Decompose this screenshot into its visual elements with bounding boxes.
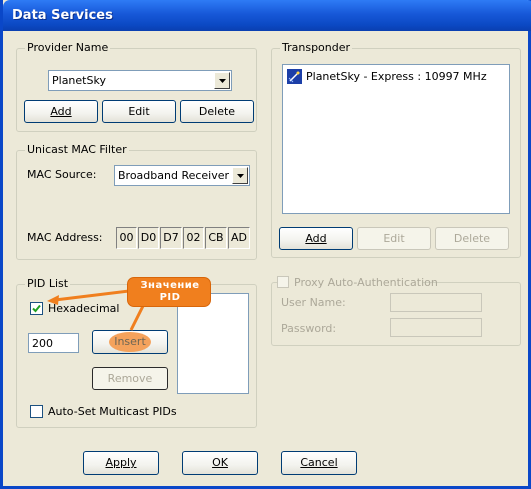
- chevron-down-icon[interactable]: [214, 72, 230, 89]
- mac-octet: AD: [228, 227, 250, 249]
- mac-octet: D7: [160, 227, 182, 249]
- transponder-add-button[interactable]: Add: [279, 227, 353, 250]
- mac-octet: CB: [205, 227, 227, 249]
- proxy-auth-label[interactable]: Proxy Auto-Authentication: [294, 276, 438, 289]
- transponder-edit-button[interactable]: Edit: [357, 227, 431, 250]
- cancel-button[interactable]: Cancel: [281, 451, 357, 475]
- hexadecimal-checkbox[interactable]: [30, 302, 43, 315]
- pid-input[interactable]: 200: [28, 333, 79, 353]
- callout-line-1: Значение: [140, 280, 200, 291]
- username-label: User Name:: [281, 296, 346, 309]
- auto-set-pids-label[interactable]: Auto-Set Multicast PIDs: [48, 405, 177, 418]
- provider-legend: Provider Name: [25, 41, 111, 54]
- mac-filter-legend: Unicast MAC Filter: [25, 143, 129, 156]
- provider-add-button[interactable]: Add: [24, 100, 98, 123]
- auto-set-pids-checkbox[interactable]: [30, 405, 43, 418]
- mac-octet: D0: [138, 227, 159, 249]
- apply-button[interactable]: Apply: [83, 451, 159, 475]
- transponder-legend: Transponder: [280, 41, 353, 54]
- remove-button[interactable]: Remove: [92, 367, 168, 390]
- provider-delete-button[interactable]: Delete: [180, 100, 254, 123]
- proxy-auth-checkbox[interactable]: [277, 276, 289, 288]
- list-item-label: PlanetSky - Express : 10997 MHz: [306, 70, 487, 83]
- chevron-down-icon[interactable]: [232, 167, 248, 184]
- insert-button[interactable]: Insert: [92, 330, 168, 354]
- pid-value-callout: Значение PID: [127, 277, 211, 307]
- mac-source-select[interactable]: Broadband Receiver: [114, 165, 250, 186]
- mac-source-value: Broadband Receiver: [118, 169, 230, 182]
- mac-octet: 02: [183, 227, 204, 249]
- pid-input-value: 200: [32, 337, 53, 350]
- callout-line-2: PID: [159, 292, 181, 303]
- satellite-icon: [287, 69, 302, 84]
- data-services-dialog: Data Services Provider Name PlanetSky Ad…: [0, 0, 531, 489]
- mac-address-label: MAC Address:: [27, 231, 103, 244]
- password-label: Password:: [281, 322, 337, 335]
- title-bar[interactable]: Data Services: [3, 0, 531, 31]
- provider-edit-button[interactable]: Edit: [102, 100, 176, 123]
- window-title: Data Services: [12, 8, 113, 23]
- pid-list-legend: PID List: [25, 277, 71, 290]
- provider-select[interactable]: PlanetSky: [48, 70, 232, 91]
- mac-source-label: MAC Source:: [27, 168, 97, 181]
- password-field[interactable]: [390, 318, 482, 337]
- username-field[interactable]: [390, 293, 482, 312]
- transponder-list[interactable]: PlanetSky - Express : 10997 MHz: [282, 64, 510, 214]
- ok-button[interactable]: OK: [182, 451, 258, 475]
- pid-list-box[interactable]: [177, 293, 249, 394]
- hexadecimal-label[interactable]: Hexadecimal: [48, 302, 119, 315]
- proxy-legend-wrapper: Proxy Auto-Authentication: [277, 275, 438, 289]
- transponder-delete-button[interactable]: Delete: [435, 227, 509, 250]
- provider-select-value: PlanetSky: [52, 74, 106, 87]
- mac-octet: 00: [116, 227, 137, 249]
